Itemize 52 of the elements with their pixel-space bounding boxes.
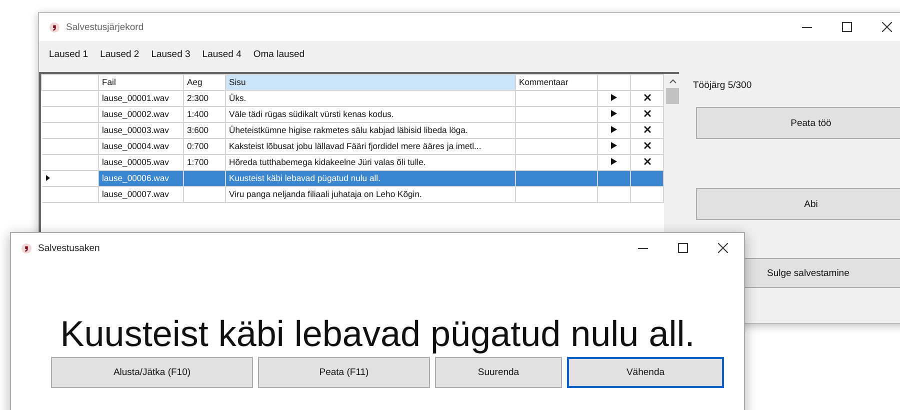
play-icon[interactable] [611,126,617,133]
control-button[interactable]: Suurenda [435,357,562,388]
window-title: Salvestusjärjekord [66,22,144,32]
delete-icon[interactable] [644,126,650,133]
menu-item[interactable]: Laused 3 [151,47,190,62]
table-cell: 1:400 [184,106,226,122]
scroll-thumb[interactable] [666,88,679,104]
table-cell: Kaksteist lõbusat jobu lällavad Fääri fjordidel mere ääres ja imetl... [226,138,516,154]
table-cell: 3:600 [184,122,226,138]
play-icon[interactable] [611,94,617,101]
control-button[interactable]: Alusta/Jätka (F10) [51,357,253,388]
close-icon[interactable] [718,243,728,253]
delete-icon[interactable] [644,94,650,101]
menu-item[interactable]: Laused 2 [100,47,140,62]
column-header[interactable]: Aeg [184,74,226,90]
table-cell: 2:300 [184,90,226,106]
close-icon[interactable] [882,22,892,32]
delete-icon[interactable] [644,142,650,149]
delete-icon[interactable] [644,110,650,117]
window-title: Salvestusaken [38,242,100,254]
table-cell: Üheteistkümne higise rakmetes sälu kabjad läbisid libeda löga. [226,122,516,138]
menu-item[interactable]: Laused 4 [202,47,242,62]
play-icon[interactable] [611,158,617,165]
table-cell: 0:700 [184,138,226,154]
menu-item[interactable]: Laused 1 [49,47,88,62]
table-cell: Üks. [226,90,516,106]
action-button[interactable]: Abi [696,188,900,220]
play-icon[interactable] [611,110,617,117]
sentence-text: Kuusteist käbi lebavad pügatud nulu all. [60,313,695,355]
table-cell: lause_00006.wav [98,170,184,186]
column-header[interactable]: Fail [98,74,184,90]
progress-label: Tööjärg 5/300 [693,80,752,91]
app-icon [21,242,32,254]
table-cell: lause_00004.wav [98,138,184,154]
app-icon [49,22,60,32]
table-cell: Viru panga neljanda filiaali juhataja on Leho Kõgin. [226,186,516,202]
table-cell: lause_00003.wav [98,122,184,138]
maximize-icon[interactable] [842,22,852,32]
column-header[interactable]: Kommentaar [516,74,598,90]
action-button[interactable]: Peata töö [696,107,900,139]
menu-item[interactable]: Oma laused [253,47,305,62]
table-cell: lause_00002.wav [98,106,184,122]
table-cell: lause_00007.wav [98,186,184,202]
column-header[interactable]: Sisu [226,74,516,90]
maximize-icon[interactable] [678,243,688,253]
control-button[interactable]: Peata (F11) [258,357,430,388]
table-cell: Kuusteist käbi lebavad pügatud nulu all. [226,170,516,186]
delete-icon[interactable] [644,158,650,165]
play-icon[interactable] [611,142,617,149]
control-button[interactable]: Vähenda [567,357,724,388]
table-cell: lause_00001.wav [98,90,184,106]
table-cell: Väle tädi rügas südikalt vürsti kenas kodus. [226,106,516,122]
